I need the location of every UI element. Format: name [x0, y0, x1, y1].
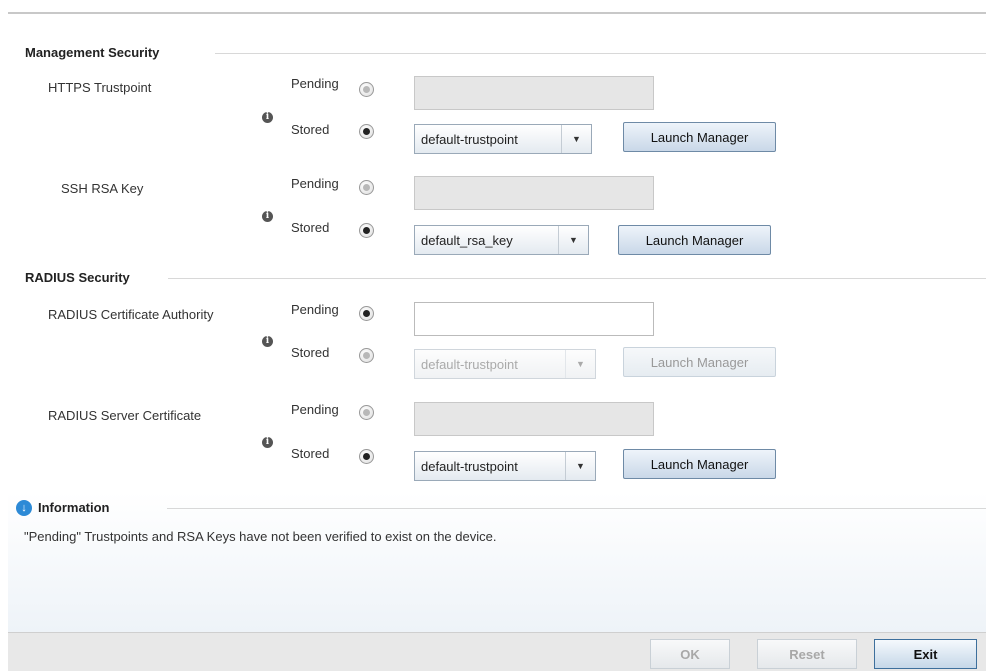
radius-server-stored-radio[interactable] [359, 449, 374, 464]
radius-server-stored-label: Stored [291, 446, 330, 461]
ssh-stored-label: Stored [291, 220, 330, 235]
chevron-down-icon: ▼ [561, 125, 591, 153]
section-divider [168, 278, 986, 279]
https-stored-value: default-trustpoint [421, 131, 518, 147]
chevron-down-icon: ▼ [565, 350, 595, 378]
ssh-pending-input [414, 176, 654, 210]
radius-ca-pending-label: Pending [291, 302, 339, 317]
radius-ca-stored-select: default-trustpoint ▼ [414, 349, 596, 379]
radius-ca-pending-radio[interactable] [359, 306, 374, 321]
exit-button[interactable]: Exit [874, 639, 977, 669]
reset-button: Reset [757, 639, 857, 669]
radius-ca-label: RADIUS Certificate Authority [48, 307, 214, 322]
footer-bar: OK Reset Exit [8, 632, 986, 671]
chevron-down-icon: ▼ [565, 452, 595, 480]
radius-ca-launch-manager-button: Launch Manager [623, 347, 776, 377]
info-icon: i [262, 336, 273, 347]
radius-server-stored-value: default-trustpoint [421, 458, 518, 474]
section-title-radius-security: RADIUS Security [25, 270, 130, 285]
section-title-management-security: Management Security [25, 45, 160, 60]
info-icon: i [262, 112, 273, 123]
ssh-pending-label: Pending [291, 176, 339, 191]
https-launch-manager-button[interactable]: Launch Manager [623, 122, 776, 152]
top-divider [8, 12, 986, 14]
radius-server-pending-radio[interactable] [359, 405, 374, 420]
info-icon: i [262, 211, 273, 222]
https-stored-select[interactable]: default-trustpoint ▼ [414, 124, 592, 154]
ssh-stored-value: default_rsa_key [421, 232, 513, 248]
ssh-rsa-key-label: SSH RSA Key [61, 181, 144, 196]
https-stored-radio[interactable] [359, 124, 374, 139]
https-pending-input [414, 76, 654, 110]
ssh-stored-radio[interactable] [359, 223, 374, 238]
https-pending-radio[interactable] [359, 82, 374, 97]
info-icon: i [262, 437, 273, 448]
information-title[interactable]: Information [38, 500, 110, 515]
radius-server-cert-label: RADIUS Server Certificate [48, 408, 202, 423]
ok-button: OK [650, 639, 730, 669]
section-divider [167, 508, 986, 509]
information-message: "Pending" Trustpoints and RSA Keys have … [24, 529, 497, 544]
ssh-stored-select[interactable]: default_rsa_key ▼ [414, 225, 589, 255]
https-pending-label: Pending [291, 76, 339, 91]
radius-server-launch-manager-button[interactable]: Launch Manager [623, 449, 776, 479]
radius-server-pending-label: Pending [291, 402, 339, 417]
ssh-pending-radio[interactable] [359, 180, 374, 195]
radius-ca-stored-value: default-trustpoint [421, 356, 518, 372]
radius-ca-stored-label: Stored [291, 345, 330, 360]
https-stored-label: Stored [291, 122, 330, 137]
radius-ca-stored-radio[interactable] [359, 348, 374, 363]
chevron-down-icon: ▼ [558, 226, 588, 254]
information-panel [8, 492, 986, 632]
arrow-down-circle-icon[interactable]: ↓ [16, 500, 32, 516]
https-trustpoint-label: HTTPS Trustpoint [48, 80, 152, 95]
ssh-launch-manager-button[interactable]: Launch Manager [618, 225, 771, 255]
radius-server-stored-select[interactable]: default-trustpoint ▼ [414, 451, 596, 481]
section-divider [215, 53, 986, 54]
radius-server-pending-input [414, 402, 654, 436]
radius-ca-pending-input[interactable] [414, 302, 654, 336]
